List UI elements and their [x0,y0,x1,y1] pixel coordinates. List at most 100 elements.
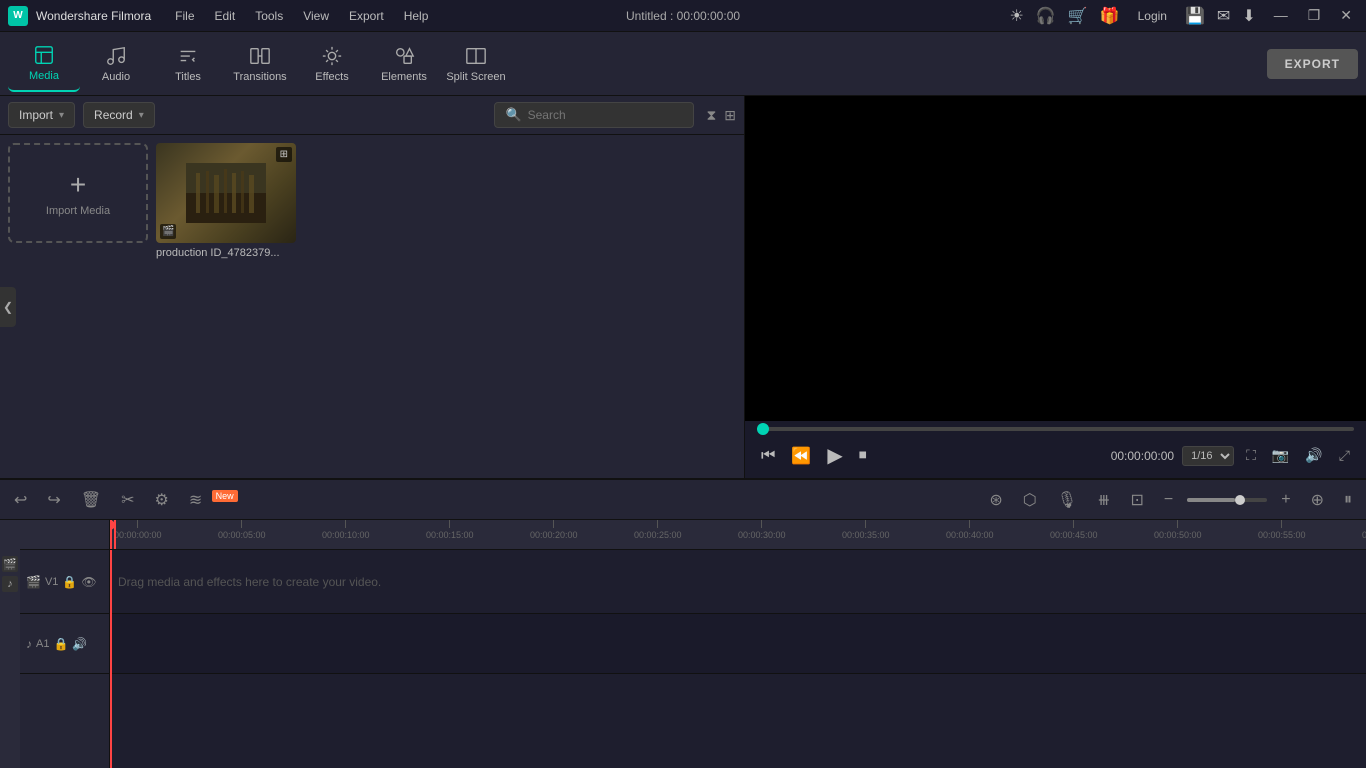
video-track-lock-icon[interactable]: 🔒 [62,575,77,589]
add-track-icon[interactable]: ⊕ [1305,486,1330,514]
preview-fullscreen-icon[interactable]: ⛶ [1242,443,1260,468]
adjust-button[interactable]: ⚙ [149,486,175,514]
media-toolbar: Import ▾ Record ▾ 🔍 ⧗ ⊞ [0,96,744,135]
media-panel: Import ▾ Record ▾ 🔍 ⧗ ⊞ + Import Media [0,96,745,478]
gift-icon[interactable]: 🎁 [1100,6,1120,26]
stop-button[interactable]: ⏹ [855,443,871,469]
toolbar-splitscreen[interactable]: Split Screen [440,36,512,92]
undo-button[interactable]: ↩ [8,486,33,514]
media-item-label: production ID_4782379... [156,247,296,259]
login-button[interactable]: Login [1132,7,1173,25]
sun-icon[interactable]: ☀ [1009,6,1023,26]
pause-timeline-button[interactable]: ⏸ [1338,487,1358,513]
zoom-in-icon[interactable]: + [1275,487,1296,513]
color-icon[interactable]: ⬡ [1017,486,1043,514]
preview-snapshot-icon[interactable]: 📷 [1268,443,1293,468]
timeline-content: 🎬 ♪ 🎬 V1 🔒 👁 ♪ A1 🔒 🔊 [0,520,1366,768]
toolbar-transitions[interactable]: Transitions [224,36,296,92]
ruler-mark: 00:00:40:00 [946,520,994,540]
import-media-box[interactable]: + Import Media [8,143,148,243]
ruler-mark: 00:00:15:00 [426,520,474,540]
menu-view[interactable]: View [295,5,337,27]
menu-edit[interactable]: Edit [207,5,244,27]
audio-track-label: A1 [36,638,49,650]
preview-resize-icon[interactable]: ⤢ [1335,443,1354,468]
toolbar-media[interactable]: Media [8,36,80,92]
add-media-track-button[interactable]: 🎬 [2,556,18,572]
mail-icon[interactable]: ✉ [1217,6,1230,26]
title-icons: ☀ 🎧 🛒 🎁 Login 💾 ✉ ⬇ [1009,6,1255,26]
minimize-button[interactable]: — [1268,5,1294,26]
search-icon: 🔍 [505,107,521,123]
video-track: Drag media and effects here to create yo… [110,550,1366,614]
grid-view-icon[interactable]: ⊞ [724,107,736,124]
video-track-header: 🎬 V1 🔒 👁 [20,550,109,614]
record-dropdown[interactable]: Record ▾ [83,102,155,128]
window-title: Untitled : 00:00:00:00 [626,9,740,23]
menu-file[interactable]: File [167,5,202,27]
play-button[interactable]: ▶ [823,439,846,472]
video-track-eye-icon[interactable]: 👁 [81,575,96,589]
stabilize-icon[interactable]: ⊛ [983,486,1008,514]
drag-hint: Drag media and effects here to create yo… [118,575,381,589]
timeline-right-controls: ⊛ ⬡ 🎙 ⧻ ⊡ − + ⊕ ⏸ [983,486,1358,514]
window-controls: — ❐ ✕ [1268,5,1358,26]
preview-volume-icon[interactable]: 🔊 [1301,443,1326,468]
split-audio-icon[interactable]: ⧻ [1091,486,1116,514]
audio-track-lock-icon[interactable]: 🔒 [53,637,68,651]
close-button[interactable]: ✕ [1334,5,1358,26]
search-input[interactable] [528,108,684,122]
toolbar-elements[interactable]: Elements [368,36,440,92]
audio-track [110,614,1366,674]
zoom-out-icon[interactable]: − [1158,487,1179,513]
crop-icon[interactable]: ⊡ [1124,486,1149,514]
ruler-mark: 00:00:30:00 [738,520,786,540]
menu-export[interactable]: Export [341,5,392,27]
timecode-display: 00:00:00:00 [1111,449,1174,463]
timeline-ruler-area: 00:00:00:0000:00:05:0000:00:10:0000:00:1… [110,520,1366,768]
track-headers: 🎬 V1 🔒 👁 ♪ A1 🔒 🔊 [20,520,110,768]
import-dropdown[interactable]: Import ▾ [8,102,75,128]
download-icon[interactable]: ⬇ [1242,6,1255,26]
audio-track-icon: ♪ [26,637,32,651]
cut-button[interactable]: ✂ [115,486,140,514]
menu-help[interactable]: Help [396,5,437,27]
media-item[interactable]: ⊞ 🎬 production ID_4782379... [156,143,296,259]
ruler-mark: 00:00:00:00 [114,520,162,540]
toolbar-effects[interactable]: Effects [296,36,368,92]
timeline-ruler[interactable]: 00:00:00:0000:00:05:0000:00:10:0000:00:1… [110,520,1366,550]
filter-icon[interactable]: ⧗ [706,107,716,124]
record-chevron-icon: ▾ [139,110,144,121]
preview-progress-thumb[interactable] [757,423,769,435]
export-button[interactable]: EXPORT [1267,49,1358,79]
search-box[interactable]: 🔍 [494,102,694,128]
video-track-icon: 🎬 [26,575,41,589]
save-icon[interactable]: 💾 [1185,6,1205,26]
app-logo: W [8,6,28,26]
toolbar-titles[interactable]: Titles [152,36,224,92]
cart-icon[interactable]: 🛒 [1068,6,1088,26]
zoom-select[interactable]: 1/16 1/8 1/4 1/2 1/1 [1182,446,1234,466]
headphone-icon[interactable]: 🎧 [1036,6,1056,26]
media-content: + Import Media [0,135,744,478]
app-name: Wondershare Filmora [36,9,151,23]
menu-tools[interactable]: Tools [247,5,291,27]
play-back-button[interactable]: ⏪ [787,442,815,470]
new-badge: New [212,490,238,502]
preview-progress-bar[interactable] [757,427,1354,431]
step-back-button[interactable]: ⏮ [757,443,779,469]
timeline-toolbar: ↩ ↪ 🗑 ✂ ⚙ ≋ New ⊛ ⬡ 🎙 ⧻ ⊡ − + ⊕ ⏸ [0,480,1366,520]
delete-button[interactable]: 🗑 [75,486,107,514]
record-audio-icon[interactable]: 🎙 [1051,486,1083,514]
motion-button[interactable]: ≋ [183,486,208,514]
maximize-button[interactable]: ❐ [1302,5,1327,26]
add-media-icon: + [70,169,86,201]
main-toolbar: Media Audio Titles Transitions Effects E… [0,32,1366,96]
toolbar-audio[interactable]: Audio [80,36,152,92]
panel-collapse-arrow[interactable]: ❮ [0,287,16,327]
import-chevron-icon: ▾ [59,110,64,121]
add-audio-track-button[interactable]: ♪ [2,576,18,592]
audio-track-speaker-icon[interactable]: 🔊 [72,637,87,651]
redo-button[interactable]: ↪ [41,486,66,514]
audio-track-header: ♪ A1 🔒 🔊 [20,614,109,674]
